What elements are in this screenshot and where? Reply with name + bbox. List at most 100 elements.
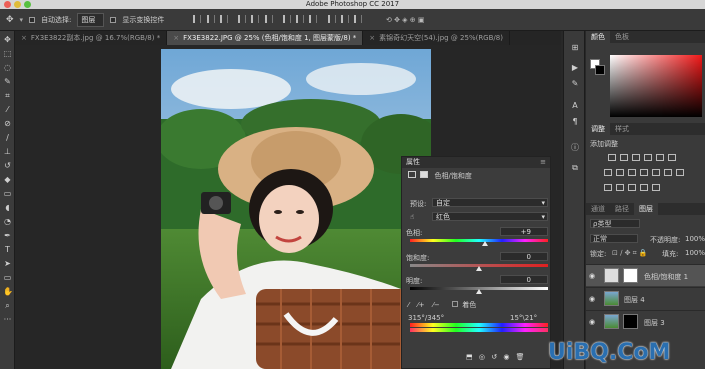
lasso-tool-icon[interactable]: ◌ [3, 63, 12, 72]
eyedropper-plus-icon[interactable]: ⁄+ [417, 301, 424, 309]
distribute-middle-icon[interactable] [296, 14, 305, 23]
info-icon[interactable]: ⓘ [569, 143, 581, 153]
color-lookup-icon[interactable] [668, 154, 676, 161]
tab-color[interactable]: 颜色 [586, 31, 610, 43]
auto-select-checkbox[interactable] [29, 16, 36, 23]
lightness-field[interactable]: 0 [500, 275, 548, 284]
fill-value[interactable]: 100% [685, 249, 705, 257]
opacity-value[interactable]: 100% [685, 235, 705, 243]
character-icon[interactable]: A [569, 101, 581, 111]
hue-slider-thumb[interactable] [481, 241, 488, 246]
range-bar-bottom[interactable] [410, 328, 548, 332]
mask-icon[interactable] [420, 171, 429, 178]
paragraph-icon[interactable]: ¶ [569, 117, 581, 127]
clone-stamp-tool-icon[interactable]: ⊥ [3, 147, 12, 156]
brightness-contrast-icon[interactable] [608, 154, 616, 161]
view-previous-icon[interactable]: ◎ [479, 353, 485, 361]
close-tab-icon[interactable]: × [369, 34, 375, 42]
eyedropper-minus-icon[interactable]: ⁄− [433, 301, 440, 309]
align-right-icon[interactable] [264, 14, 273, 23]
hue-saturation-icon[interactable] [604, 169, 612, 176]
invert-icon[interactable] [604, 184, 612, 191]
eye-icon[interactable]: ◉ [589, 272, 595, 280]
distribute-bottom-icon[interactable] [309, 14, 318, 23]
gradient-fill-icon[interactable] [640, 184, 648, 191]
3d-mode-icon[interactable]: ⟲ ✥ ◈ ⊕ ▣ [386, 16, 425, 24]
mask-thumbnail[interactable] [623, 268, 638, 283]
hue-field[interactable]: +9 [500, 227, 548, 236]
layer-row[interactable]: ◉ 色相/饱和度 1 [586, 264, 705, 286]
marquee-tool-icon[interactable]: ⬚ [3, 49, 12, 58]
vibrance-icon[interactable] [656, 154, 664, 161]
quick-select-tool-icon[interactable]: ✎ [3, 77, 12, 86]
background-color-swatch[interactable] [595, 65, 605, 75]
eyedropper-tool-icon[interactable]: ⁄ [3, 105, 12, 114]
edit-toolbar-icon[interactable]: ··· [3, 315, 12, 324]
tab-document-2[interactable]: × FX3E3822.JPG @ 25% (色相/饱和度 1, 图层蒙版/8) * [167, 31, 364, 45]
distribute-center-icon[interactable] [340, 14, 349, 23]
color-balance-icon[interactable] [616, 169, 624, 176]
reset-icon[interactable]: ↺ [491, 353, 497, 361]
distribute-top-icon[interactable] [282, 14, 291, 23]
tab-paths[interactable]: 路径 [610, 203, 634, 215]
color-picker-field[interactable] [610, 55, 702, 117]
posterize-icon[interactable] [616, 184, 624, 191]
threshold-icon[interactable] [628, 184, 636, 191]
play-actions-icon[interactable]: ▶ [569, 63, 581, 73]
layer-row[interactable]: ◉ 图层 4 [586, 287, 705, 309]
minimize-window-button[interactable] [14, 1, 21, 8]
gradient-tool-icon[interactable]: ▭ [3, 189, 12, 198]
close-tab-icon[interactable]: × [173, 34, 179, 42]
hand-tool-icon[interactable]: ✋ [3, 287, 13, 296]
pattern-fill-icon[interactable] [652, 184, 660, 191]
black-white-icon[interactable] [628, 169, 636, 176]
eye-icon[interactable]: ◉ [589, 295, 595, 303]
tab-document-3[interactable]: × 素锦奇幻天空(54).jpg @ 25%(RGB/8) [363, 31, 510, 45]
distribute-right-icon[interactable] [354, 14, 362, 23]
close-tab-icon[interactable]: × [21, 34, 27, 42]
type-tool-icon[interactable]: T [3, 245, 12, 254]
levels-icon[interactable] [620, 154, 628, 161]
tab-channels[interactable]: 通道 [586, 203, 610, 215]
history-brush-tool-icon[interactable]: ↺ [3, 161, 12, 170]
blur-tool-icon[interactable]: ◖ [3, 203, 12, 212]
eraser-tool-icon[interactable]: ◆ [3, 175, 12, 184]
channel-mixer-icon[interactable] [652, 169, 660, 176]
distribute-left-icon[interactable] [327, 14, 336, 23]
tab-adjustments[interactable]: 调整 [586, 123, 610, 135]
align-left-icon[interactable] [238, 14, 247, 23]
brush-settings-icon[interactable]: ✎ [569, 79, 581, 89]
channel-dropdown[interactable]: 红色 ▾ [432, 212, 548, 221]
trash-icon[interactable]: 🗑 [516, 353, 525, 361]
layer-row[interactable]: ◉ 图层 3 [586, 310, 705, 332]
dropdown-arrow-icon[interactable]: ▾ [20, 16, 24, 24]
align-top-icon[interactable] [193, 14, 202, 23]
tab-styles[interactable]: 样式 [610, 123, 634, 135]
auto-select-dropdown[interactable]: 图层 [77, 12, 105, 27]
tab-document-1[interactable]: × FX3E3822副本.jpg @ 16.7%(RGB/8) * [15, 31, 168, 45]
eyedropper-icon[interactable]: ⁄ [408, 301, 409, 309]
move-tool-icon[interactable]: ✥ [6, 15, 14, 25]
colorize-checkbox[interactable] [451, 301, 458, 307]
crop-tool-icon[interactable]: ⌗ [3, 91, 12, 100]
zoom-tool-icon[interactable]: ⌕ [3, 301, 12, 310]
exposure-icon[interactable] [644, 154, 652, 161]
clip-to-layer-icon[interactable]: ⬒ [466, 353, 473, 361]
glyphs-icon[interactable]: ⧉ [569, 163, 581, 173]
brush-tool-icon[interactable]: ∕ [3, 133, 12, 142]
zoom-window-button[interactable] [24, 1, 31, 8]
eye-icon[interactable]: ◉ [589, 318, 595, 326]
hand-target-icon[interactable]: ☝ [410, 213, 414, 221]
history-icon[interactable]: ⊞ [569, 43, 581, 53]
tab-swatches[interactable]: 色板 [610, 31, 634, 43]
saturation-field[interactable]: 0 [500, 252, 548, 261]
curves-icon[interactable] [632, 154, 640, 161]
close-window-button[interactable] [4, 1, 11, 8]
path-select-tool-icon[interactable]: ➤ [3, 259, 12, 268]
move-tool-icon[interactable]: ✥ [3, 35, 12, 44]
gradient-map-icon[interactable] [664, 169, 672, 176]
dodge-tool-icon[interactable]: ◔ [3, 217, 12, 226]
align-middle-icon[interactable] [206, 14, 215, 23]
tab-layers[interactable]: 图层 [634, 203, 658, 215]
lock-icons[interactable]: ⊡ ∕ ✥ ⌗ 🔒 [612, 249, 648, 258]
